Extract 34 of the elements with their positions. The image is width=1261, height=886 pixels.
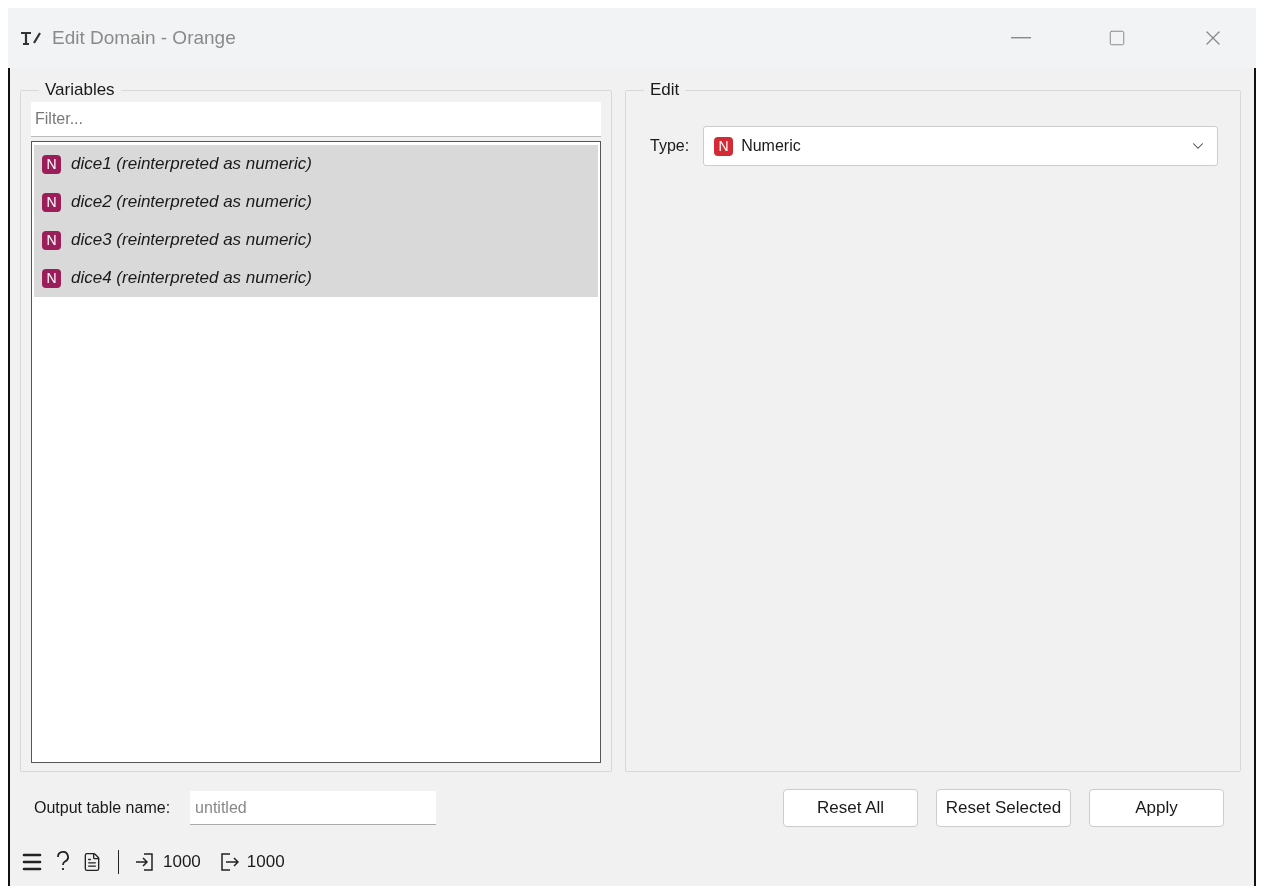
variable-name: dice2 (reinterpreted as numeric) [71, 192, 312, 212]
variable-item[interactable]: N dice3 (reinterpreted as numeric) [34, 221, 598, 259]
action-button[interactable]: Apply [1089, 789, 1224, 827]
numeric-badge: N [42, 154, 61, 174]
window-title: Edit Domain - Orange [52, 27, 237, 49]
type-dropdown[interactable]: N Numeric [703, 126, 1218, 166]
numeric-badge: N [42, 192, 61, 212]
input-icon [135, 852, 155, 872]
help-icon[interactable] [56, 851, 70, 873]
type-value: Numeric [741, 137, 801, 155]
report-icon[interactable] [82, 852, 102, 872]
numeric-badge: N [42, 268, 61, 288]
variable-item[interactable]: N dice4 (reinterpreted as numeric) [34, 259, 598, 297]
output-name-label: Output table name: [34, 799, 171, 817]
action-button[interactable]: Reset Selected [936, 789, 1071, 827]
variable-item[interactable]: N dice1 (reinterpreted as numeric) [34, 145, 598, 183]
filter-field[interactable]: Filter... [31, 102, 601, 137]
variable-item[interactable]: N dice2 (reinterpreted as numeric) [34, 183, 598, 221]
app-icon [20, 30, 42, 46]
group-title: Edit [649, 80, 681, 100]
minimize-icon [1011, 37, 1031, 39]
numeric-badge: N [714, 136, 734, 156]
output-icon [218, 852, 239, 872]
variable-name: dice3 (reinterpreted as numeric) [71, 230, 312, 250]
variable-name: dice1 (reinterpreted as numeric) [71, 154, 312, 174]
output-count: 1000 [246, 852, 285, 872]
variable-name: dice4 (reinterpreted as numeric) [71, 268, 312, 288]
type-label: Type: [650, 137, 690, 155]
group-title: Variables [44, 80, 116, 100]
maximize-icon [1108, 29, 1126, 47]
output-name-field[interactable]: untitled [190, 791, 437, 825]
input-count: 1000 [163, 852, 201, 872]
numeric-badge: N [42, 230, 61, 250]
action-button[interactable]: Reset All [783, 789, 918, 827]
